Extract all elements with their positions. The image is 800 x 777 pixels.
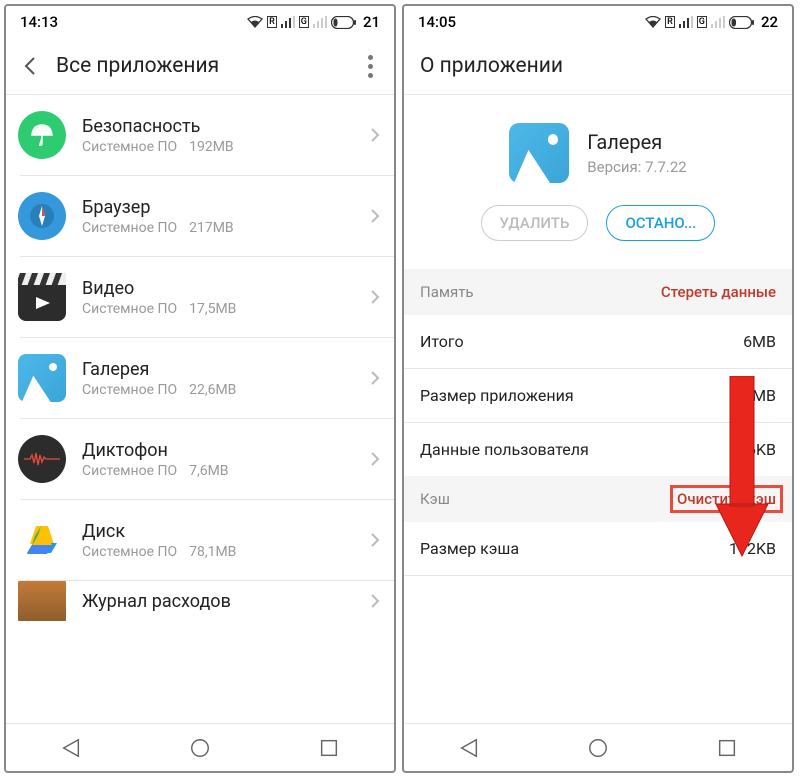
nav-back-icon[interactable] <box>458 737 480 759</box>
app-header: Галерея Версия: 7.7.22 <box>404 95 792 205</box>
delete-button[interactable]: УДАЛИТЬ <box>481 205 589 241</box>
signal-icon <box>281 16 295 28</box>
titlebar: О приложении <box>404 38 792 94</box>
app-version: Версия: 7.7.22 <box>587 158 686 176</box>
app-name: Диск <box>82 521 370 542</box>
chevron-right-icon <box>370 208 380 224</box>
app-name: Журнал расходов <box>82 591 370 612</box>
app-item-expenses[interactable]: Журнал расходов <box>6 581 394 621</box>
nav-home-icon[interactable] <box>587 737 609 759</box>
clapper-icon <box>18 273 66 321</box>
chevron-right-icon <box>370 289 380 305</box>
app-name: Браузер <box>82 197 370 218</box>
nav-bar <box>6 723 394 771</box>
app-sub: Системное ПО192MB <box>82 139 370 155</box>
status-bar: 14:05 R G 22 <box>404 6 792 38</box>
app-name: Диктофон <box>82 440 370 461</box>
stop-button[interactable]: ОСТАНО... <box>606 205 715 241</box>
phone-app-info: 14:05 R G 22 О приложении Галерея Версия… <box>402 4 794 773</box>
signal-icon <box>679 16 693 28</box>
status-time: 14:13 <box>20 13 58 31</box>
wifi-icon <box>247 16 263 28</box>
gallery-icon <box>18 354 66 402</box>
signal-icon-2 <box>313 16 327 28</box>
battery-icon <box>729 16 755 29</box>
nav-recent-icon[interactable] <box>716 737 738 759</box>
button-row: УДАЛИТЬ ОСТАНО... <box>404 205 792 269</box>
app-name: Безопасность <box>82 116 370 137</box>
wifi-icon <box>645 16 661 28</box>
drive-icon <box>18 516 66 564</box>
nav-bar <box>404 723 792 771</box>
status-time: 14:05 <box>418 13 456 31</box>
annotation-arrow <box>712 376 772 566</box>
app-name: Галерея <box>82 359 370 380</box>
page-title: О приложении <box>420 54 780 78</box>
wallet-icon <box>18 581 66 621</box>
app-name: Галерея <box>587 130 686 154</box>
titlebar: Все приложения <box>6 38 394 94</box>
net-badge-r: R <box>267 16 277 28</box>
app-sub: Системное ПО7,6MB <box>82 463 370 479</box>
compass-icon <box>18 192 66 240</box>
nav-recent-icon[interactable] <box>318 737 340 759</box>
recorder-icon <box>18 435 66 483</box>
battery-text: 21 <box>363 13 380 31</box>
signal-icon-2 <box>711 16 725 28</box>
app-item-security[interactable]: Безопасность Системное ПО192MB <box>6 95 394 175</box>
app-name: Видео <box>82 278 370 299</box>
gallery-icon <box>509 123 569 183</box>
nav-home-icon[interactable] <box>189 737 211 759</box>
app-sub: Системное ПО78,1MB <box>82 544 370 560</box>
row-total: Итого 6MB <box>404 315 792 368</box>
page-title: Все приложения <box>56 54 358 78</box>
status-icons: R G 22 <box>645 13 778 31</box>
app-item-browser[interactable]: Браузер Системное ПО217MB <box>6 176 394 256</box>
memory-section-header: Память Стереть данные <box>404 269 792 315</box>
section-label: Кэш <box>420 490 450 508</box>
chevron-right-icon <box>370 451 380 467</box>
app-item-disk[interactable]: Диск Системное ПО78,1MB <box>6 500 394 580</box>
back-button[interactable] <box>18 54 42 78</box>
chevron-right-icon <box>370 127 380 143</box>
app-sub: Системное ПО217MB <box>82 220 370 236</box>
battery-icon <box>331 16 357 29</box>
chevron-right-icon <box>370 370 380 386</box>
section-label: Память <box>420 283 474 301</box>
phone-all-apps: 14:13 R G 21 Все приложения Безопасность <box>4 4 396 773</box>
chevron-right-icon <box>370 593 380 609</box>
net-badge-g: G <box>697 16 707 28</box>
chevron-right-icon <box>370 532 380 548</box>
status-bar: 14:13 R G 21 <box>6 6 394 38</box>
nav-back-icon[interactable] <box>60 737 82 759</box>
erase-data-button[interactable]: Стереть данные <box>661 283 776 301</box>
net-badge-g: G <box>299 16 309 28</box>
more-menu-button[interactable] <box>358 55 382 78</box>
app-item-recorder[interactable]: Диктофон Системное ПО7,6MB <box>6 419 394 499</box>
net-badge-r: R <box>665 16 675 28</box>
app-item-video[interactable]: Видео Системное ПО17,5MB <box>6 257 394 337</box>
chevron-left-icon <box>24 56 36 76</box>
app-item-gallery[interactable]: Галерея Системное ПО22,6MB <box>6 338 394 418</box>
battery-text: 22 <box>761 13 778 31</box>
app-sub: Системное ПО22,6MB <box>82 382 370 398</box>
app-list[interactable]: Безопасность Системное ПО192MB Браузер С… <box>6 95 394 723</box>
umbrella-icon <box>18 111 66 159</box>
app-sub: Системное ПО17,5MB <box>82 301 370 317</box>
status-icons: R G 21 <box>247 13 380 31</box>
